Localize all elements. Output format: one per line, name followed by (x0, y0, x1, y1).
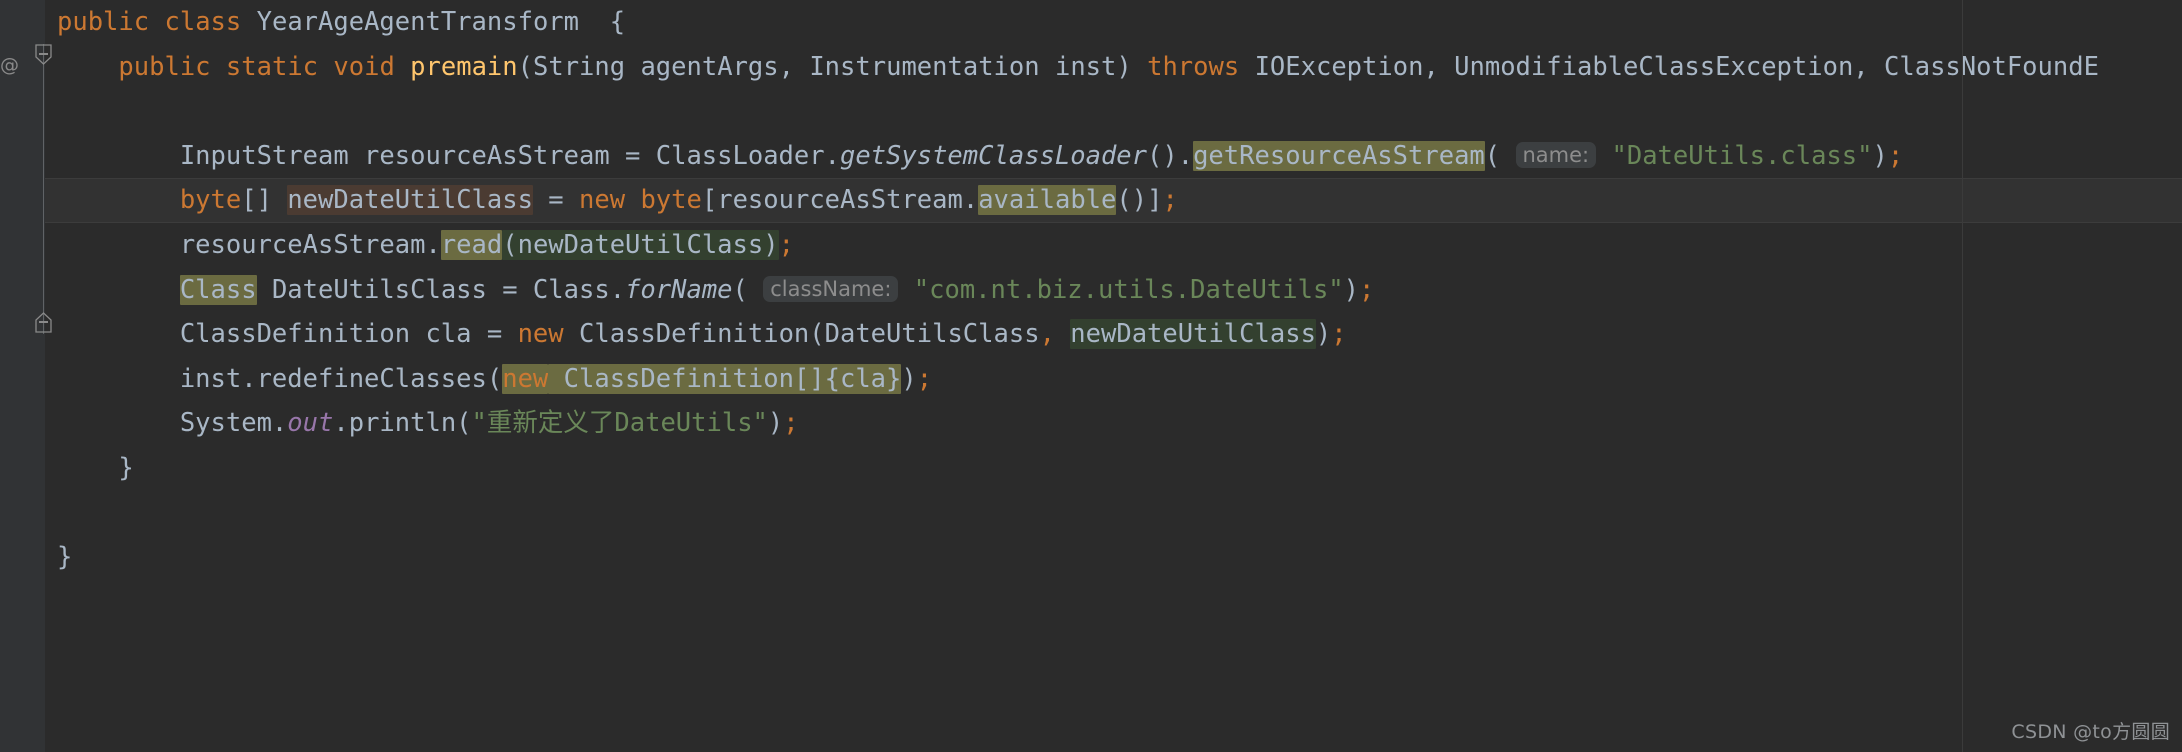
code-token: "DateUtils.class" (1611, 140, 1873, 171)
code-token: ClassDefinition(DateUtilsClass (563, 319, 1040, 350)
code-token: resourceAsStream. (57, 229, 441, 260)
code-token: static (225, 51, 319, 82)
code-token: ( (1484, 140, 1501, 171)
editor-gutter[interactable]: @ (0, 0, 52, 752)
line-byte-array[interactable]: byte[] newDateUtilClass = new byte[resou… (45, 178, 2182, 223)
right-margin-guide (1962, 0, 1963, 752)
code-token: void (333, 51, 395, 82)
code-token: new (579, 185, 626, 216)
code-token: ( (732, 274, 748, 305)
code-token: forName (625, 274, 733, 305)
code-token: public (118, 51, 211, 82)
code-token: InputStream resourceAsStream = ClassLoad… (57, 140, 840, 171)
code-token: throws (1147, 51, 1240, 82)
code-token: } (57, 452, 134, 483)
code-token: ; (783, 408, 799, 439)
code-token: inst.redefineClasses( (57, 363, 503, 394)
line-blank-2[interactable] (45, 491, 2182, 536)
code-token: ClassDefinition[]{cla} (548, 363, 902, 394)
code-token: byte (179, 185, 242, 216)
fold-rail (43, 44, 44, 334)
code-token: = (532, 185, 580, 216)
line-class-definition[interactable]: ClassDefinition cla = new ClassDefinitio… (45, 312, 2182, 357)
code-token: YearAgeAgentTransform (256, 7, 580, 37)
parameter-hint: className: (763, 275, 899, 302)
line-input-stream[interactable]: InputStream resourceAsStream = ClassLoad… (45, 134, 2182, 179)
line-redefine-classes[interactable]: inst.redefineClasses(new ClassDefinition… (45, 357, 2182, 402)
code-token: read (440, 229, 503, 260)
line-blank-1[interactable] (45, 89, 2182, 134)
line-premain-signature[interactable]: public static void premain(String agentA… (45, 45, 2182, 90)
code-token: getSystemClassLoader (839, 140, 1148, 171)
code-token: ) (901, 363, 917, 394)
code-token: new (517, 319, 564, 350)
annotation-marker-icon[interactable]: @ (0, 52, 19, 78)
code-token: ; (1887, 140, 1904, 171)
csdn-watermark: CSDN @to方圆圆 (2011, 721, 2170, 743)
code-token: ()] (1116, 185, 1163, 216)
code-token: class (164, 7, 242, 37)
code-content[interactable]: public class YearAgeAgentTransform { pub… (45, 0, 2182, 752)
code-token: System. (57, 408, 288, 439)
code-token: available (978, 185, 1117, 216)
code-token: ) (1315, 319, 1332, 350)
parameter-hint: name: (1515, 141, 1597, 168)
code-token: public (57, 7, 150, 37)
code-token: newDateUtilClass (1070, 319, 1316, 350)
code-token: ) (1872, 140, 1888, 171)
code-token: [] (241, 185, 288, 216)
code-token: ; (916, 363, 933, 394)
code-token: newDateUtilClass (287, 185, 533, 216)
code-token: (newDateUtilClass) (502, 229, 779, 260)
code-token: [resourceAsStream. (701, 185, 979, 216)
code-token: ) (767, 408, 784, 439)
code-token: premain (410, 51, 518, 82)
line-read[interactable]: resourceAsStream.read(newDateUtilClass); (45, 223, 2182, 268)
code-token: (String agentArgs, Instrumentation inst) (517, 51, 1148, 82)
code-token: "重新定义了DateUtils" (471, 408, 768, 439)
code-token: DateUtilsClass = Class. (256, 274, 626, 305)
line-method-close[interactable]: } (45, 446, 2182, 491)
code-token: new (502, 363, 549, 394)
code-token: { (579, 7, 626, 37)
line-class-close[interactable]: } (45, 535, 2182, 580)
code-token: ; (778, 229, 794, 260)
line-class-decl[interactable]: public class YearAgeAgentTransform { (45, 0, 2182, 45)
code-token: } (57, 542, 73, 573)
code-token: ; (1359, 274, 1375, 305)
code-token: getResourceAsStream (1193, 140, 1485, 171)
line-for-name[interactable]: Class DateUtilsClass = Class.forName( cl… (45, 268, 2182, 313)
code-editor[interactable]: @ public class YearAgeAgentTransform { p… (0, 0, 2182, 752)
code-token: Class (179, 274, 257, 305)
code-token: ; (1331, 319, 1347, 350)
line-println[interactable]: System.out.println("重新定义了DateUtils"); (45, 401, 2182, 446)
code-token: out (287, 408, 334, 439)
code-token: .println( (333, 408, 472, 439)
code-token: ClassDefinition cla = (57, 319, 518, 350)
code-token: byte (640, 185, 702, 216)
code-token: ) (1343, 274, 1360, 305)
code-token: IOException, UnmodifiableClassException,… (1239, 51, 2099, 82)
code-token: (). (1147, 140, 1194, 171)
code-token: "com.nt.biz.utils.DateUtils" (913, 274, 1344, 305)
code-token: ; (1162, 185, 1178, 216)
code-token: , (1039, 319, 1055, 350)
